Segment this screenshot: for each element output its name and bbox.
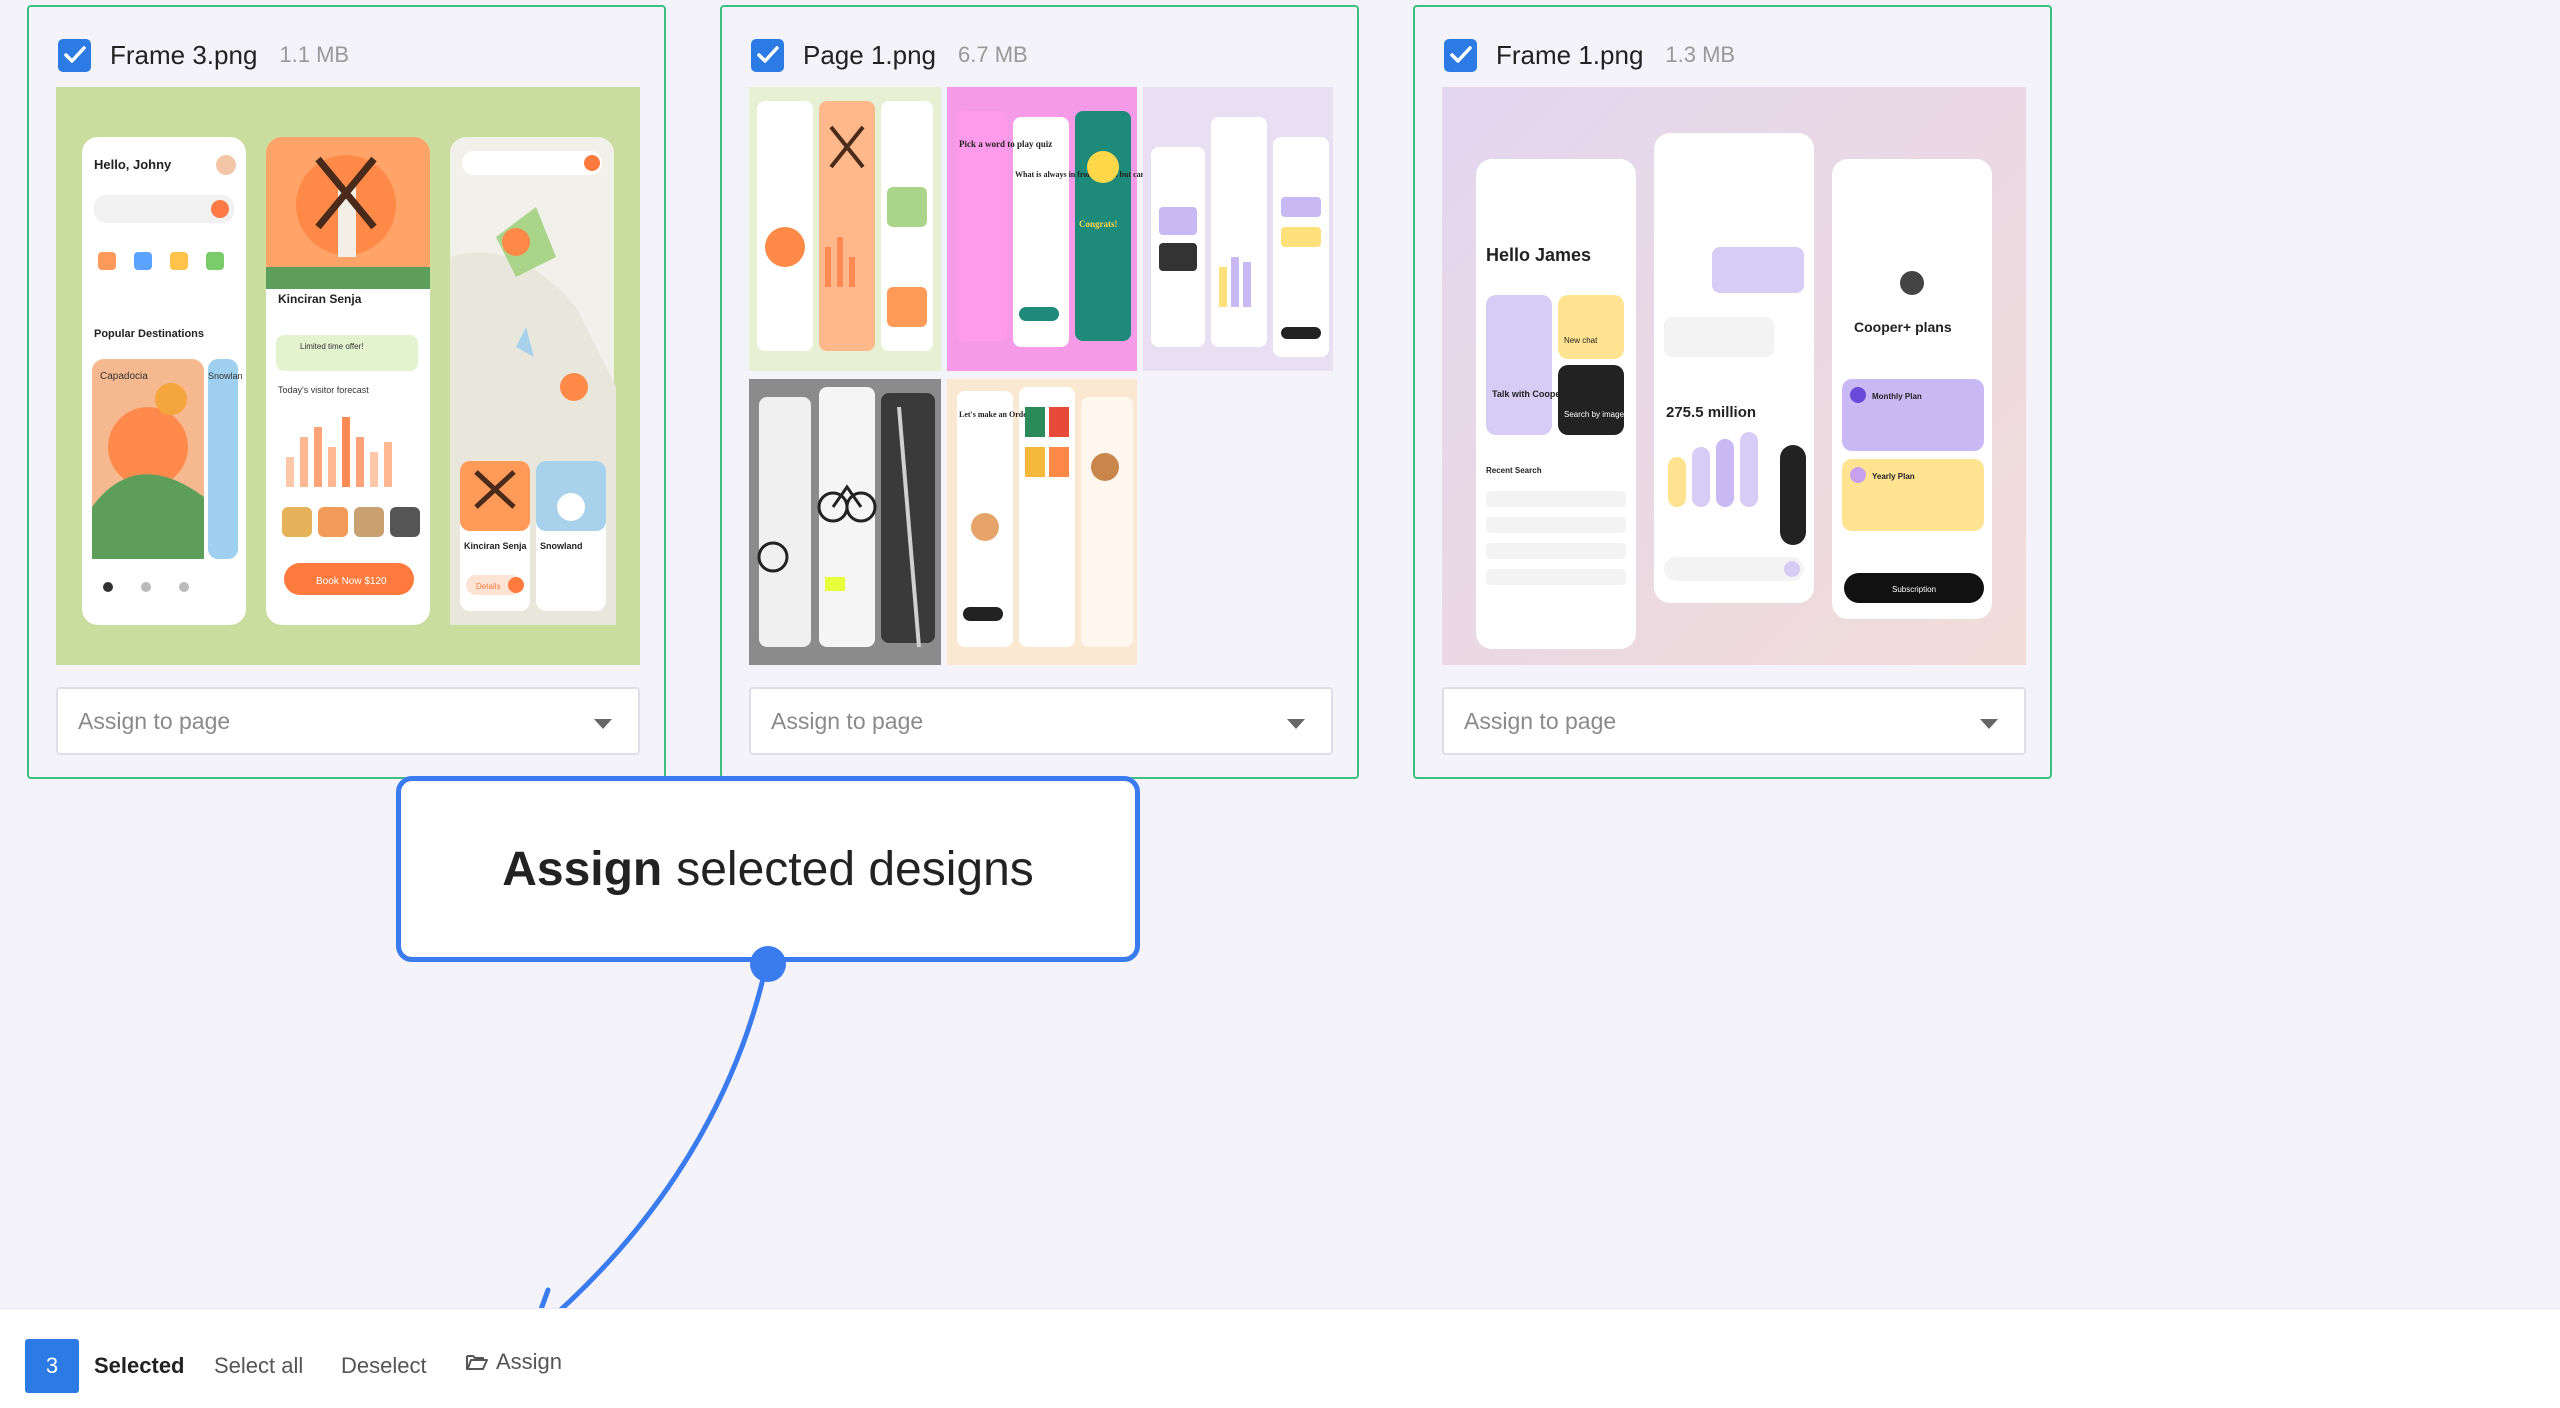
thumb-text: Popular Destinations: [94, 328, 204, 340]
thumb-text: Congrats!: [1079, 219, 1118, 229]
select-checkbox[interactable]: [751, 38, 784, 72]
selected-count-badge: 3: [25, 1339, 79, 1393]
thumb-text: Hello James: [1486, 245, 1591, 265]
thumb-text: Pick a word to play quiz: [959, 139, 1052, 149]
assign-label: Assign: [496, 1349, 563, 1374]
check-icon: [63, 46, 86, 63]
card-header: Page 1.png 6.7 MB: [751, 35, 1028, 75]
check-icon: [756, 46, 779, 63]
selected-label: Selected: [94, 1353, 185, 1378]
thumb-text: Snowland: [540, 541, 583, 551]
thumb-text: Kinciran Senja: [464, 541, 528, 551]
thumb-text: Today's visitor forecast: [278, 385, 369, 395]
thumb-text: Limited time offer!: [300, 342, 363, 351]
file-size: 1.3 MB: [1665, 42, 1736, 67]
thumb-text: Monthly Plan: [1872, 392, 1922, 401]
file-size: 1.1 MB: [279, 42, 350, 67]
design-card[interactable]: Frame 3.png 1.1 MB Hello, Johny Popular …: [27, 5, 666, 779]
thumb-text: Search by image: [1564, 410, 1625, 419]
caret-down-icon: [594, 719, 612, 729]
select-all-button[interactable]: Select all: [214, 1353, 303, 1379]
design-thumbnail[interactable]: Hello James Talk with Cooper New chat Se…: [1442, 87, 2026, 665]
select-checkbox[interactable]: [58, 38, 91, 72]
file-name: Frame 3.png: [110, 39, 258, 70]
assign-button[interactable]: Assign: [466, 1349, 562, 1375]
assign-page-dropdown[interactable]: Assign to page: [1442, 687, 2026, 755]
assign-page-dropdown[interactable]: Assign to page: [749, 687, 1333, 755]
thumb-text: Snowlan: [208, 371, 243, 381]
thumb-text: Yearly Plan: [1872, 472, 1915, 481]
thumb-text: Details: [476, 582, 500, 591]
thumb-text: 275.5 million: [1666, 404, 1756, 421]
thumb-text: Kinciran Senja: [278, 292, 362, 306]
thumb-text: Talk with Cooper: [1492, 389, 1564, 399]
tutorial-callout: Assign selected designs: [396, 776, 1140, 962]
design-card[interactable]: Page 1.png 6.7 MB Pick a word to play qu…: [720, 5, 1359, 779]
deselect-button[interactable]: Deselect: [341, 1353, 427, 1379]
card-header: Frame 1.png 1.3 MB: [1444, 35, 1735, 75]
design-card[interactable]: Frame 1.png 1.3 MB Hello James Talk with…: [1413, 5, 2052, 779]
thumb-text: New chat: [1564, 336, 1598, 345]
file-size: 6.7 MB: [958, 42, 1028, 67]
design-thumbnail[interactable]: Pick a word to play quiz What is always …: [749, 87, 1333, 665]
thumb-text: Subscription: [1892, 585, 1936, 594]
thumb-text: Hello, Johny: [94, 157, 172, 172]
dropdown-placeholder: Assign to page: [771, 707, 924, 734]
selection-toolbar: 3 Selected Select all Deselect Assign: [0, 1308, 2560, 1408]
assign-page-dropdown[interactable]: Assign to page: [56, 687, 640, 755]
thumb-text: Book Now $120: [316, 576, 387, 587]
thumb-text: Capadocia: [100, 371, 148, 382]
design-thumbnail[interactable]: Hello, Johny Popular Destinations Capado…: [56, 87, 640, 665]
callout-text: selected designs: [676, 842, 1034, 896]
caret-down-icon: [1980, 719, 1998, 729]
thumb-text: Cooper+ plans: [1854, 319, 1952, 335]
file-name: Frame 1.png: [1496, 39, 1644, 70]
caret-down-icon: [1287, 719, 1305, 729]
select-checkbox[interactable]: [1444, 38, 1477, 72]
dropdown-placeholder: Assign to page: [1464, 707, 1617, 734]
thumb-text: Let's make an Order: [959, 410, 1031, 419]
check-icon: [1449, 46, 1472, 63]
file-name: Page 1.png: [803, 39, 937, 70]
card-header: Frame 3.png 1.1 MB: [58, 35, 349, 75]
thumb-text: Recent Search: [1486, 466, 1542, 475]
dropdown-placeholder: Assign to page: [78, 707, 231, 734]
callout-bold: Assign: [502, 842, 663, 896]
folder-open-icon: [466, 1355, 488, 1370]
